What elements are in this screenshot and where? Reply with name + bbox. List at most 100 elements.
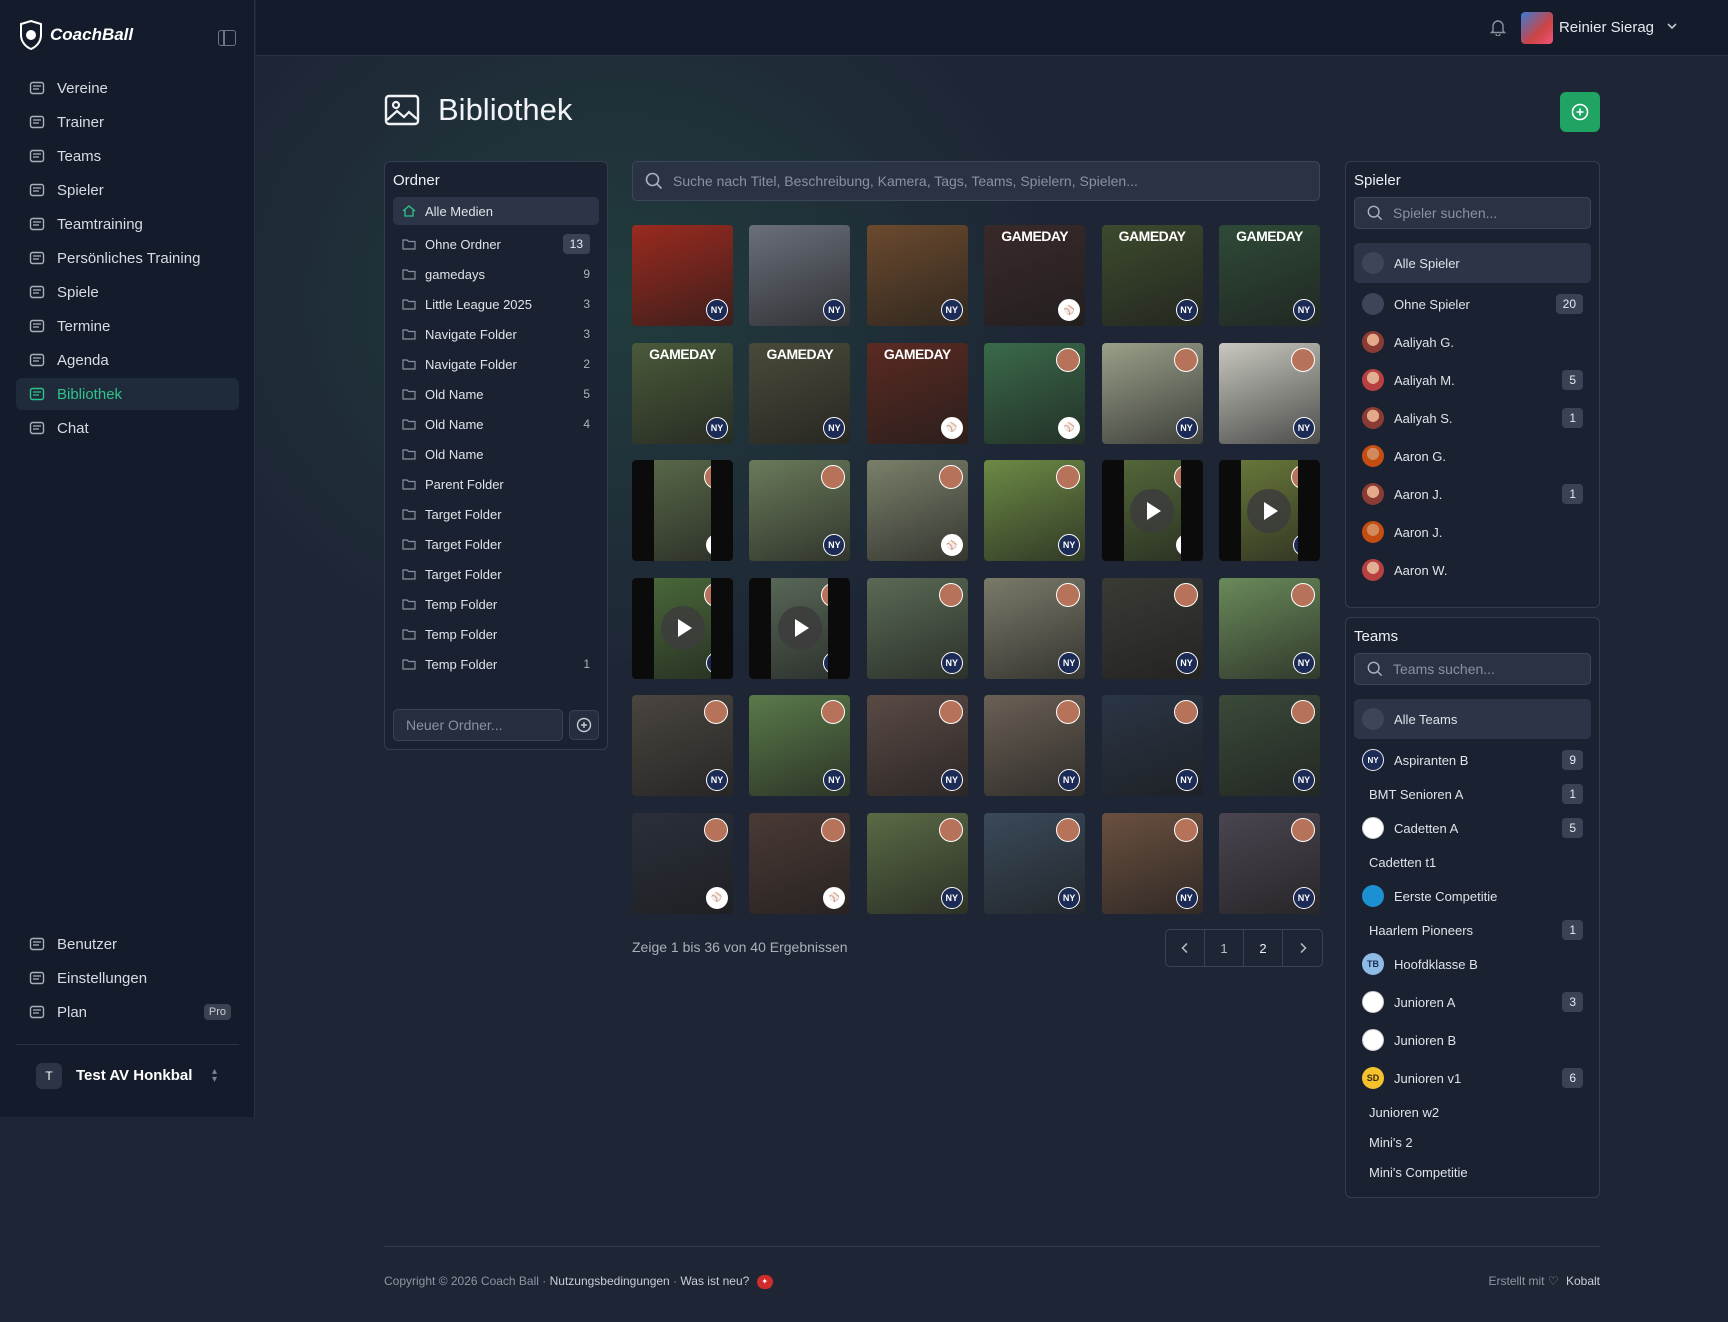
prev-page-button[interactable] bbox=[1166, 930, 1205, 966]
upload-media-button[interactable] bbox=[1560, 92, 1600, 132]
media-image-thumbnail[interactable]: NY bbox=[866, 577, 968, 679]
folder-item[interactable]: Old Name bbox=[393, 439, 599, 469]
folder-item[interactable]: Navigate Folder 3 bbox=[393, 319, 599, 349]
terms-link[interactable]: Nutzungsbedingungen bbox=[550, 1274, 670, 1288]
player-item[interactable]: Aaron G. bbox=[1354, 437, 1591, 475]
new-folder-input[interactable] bbox=[393, 709, 563, 741]
nav-item-agenda[interactable]: Agenda bbox=[16, 344, 239, 376]
media-image-thumbnail[interactable]: ⚾ bbox=[632, 812, 733, 914]
media-video-thumbnail[interactable]: ⚾ bbox=[632, 460, 733, 561]
folder-item[interactable]: Little League 2025 3 bbox=[393, 289, 599, 319]
media-video-thumbnail[interactable]: NY bbox=[1218, 460, 1320, 561]
media-image-thumbnail[interactable]: NY bbox=[1101, 812, 1203, 914]
team-item[interactable]: Mini's Competitie bbox=[1354, 1157, 1591, 1187]
team-item[interactable]: NY Aspiranten B 9 bbox=[1354, 741, 1591, 779]
team-item[interactable]: Haarlem Pioneers 1 bbox=[1354, 915, 1591, 945]
folder-item[interactable]: Navigate Folder 2 bbox=[393, 349, 599, 379]
team-item[interactable]: Eerste Competitie bbox=[1354, 877, 1591, 915]
page-button-1[interactable]: 1 bbox=[1205, 930, 1244, 966]
nav-item-teams[interactable]: Teams bbox=[16, 140, 239, 172]
media-image-thumbnail[interactable]: NY bbox=[1101, 342, 1203, 444]
team-item[interactable]: Cadetten A 5 bbox=[1354, 809, 1591, 847]
player-item[interactable]: Alle Spieler bbox=[1354, 243, 1591, 283]
team-item[interactable]: TB Hoofdklasse B bbox=[1354, 945, 1591, 983]
media-image-thumbnail[interactable]: GAMEDAY NY bbox=[1218, 225, 1320, 326]
media-video-thumbnail[interactable]: NY bbox=[632, 577, 733, 679]
folder-item[interactable]: Temp Folder 1 bbox=[393, 649, 599, 679]
next-page-button[interactable] bbox=[1283, 930, 1322, 966]
media-image-thumbnail[interactable]: NY bbox=[984, 812, 1086, 914]
media-image-thumbnail[interactable]: NY bbox=[1101, 695, 1203, 796]
folder-item[interactable]: Old Name 5 bbox=[393, 379, 599, 409]
player-item[interactable]: Aaliyah M. 5 bbox=[1354, 361, 1591, 399]
nav-item-einstellungen[interactable]: Einstellungen bbox=[16, 962, 239, 994]
team-item[interactable]: Junioren w2 bbox=[1354, 1097, 1591, 1127]
nav-item-benutzer[interactable]: Benutzer bbox=[16, 928, 239, 960]
folder-item[interactable]: gamedays 9 bbox=[393, 259, 599, 289]
team-item[interactable]: BMT Senioren A 1 bbox=[1354, 779, 1591, 809]
app-logo[interactable]: CoachBall bbox=[18, 20, 133, 50]
media-image-thumbnail[interactable]: NY bbox=[749, 460, 851, 561]
media-video-thumbnail[interactable]: NY bbox=[749, 577, 851, 679]
user-avatar[interactable] bbox=[1521, 12, 1553, 44]
media-image-thumbnail[interactable]: NY bbox=[749, 695, 851, 796]
media-image-thumbnail[interactable]: NY bbox=[866, 695, 968, 796]
folder-item[interactable]: Temp Folder bbox=[393, 619, 599, 649]
team-item[interactable]: SD Junioren v1 6 bbox=[1354, 1059, 1591, 1097]
folder-item[interactable]: Target Folder bbox=[393, 499, 599, 529]
media-image-thumbnail[interactable]: NY bbox=[984, 695, 1086, 796]
media-image-thumbnail[interactable]: NY bbox=[984, 460, 1086, 561]
media-image-thumbnail[interactable]: NY bbox=[632, 695, 733, 796]
media-image-thumbnail[interactable]: NY bbox=[984, 577, 1086, 679]
media-image-thumbnail[interactable]: NY bbox=[1218, 812, 1320, 914]
nav-item-teamtraining[interactable]: Teamtraining bbox=[16, 208, 239, 240]
media-image-thumbnail[interactable]: GAMEDAY NY bbox=[632, 342, 733, 444]
page-button-2[interactable]: 2 bbox=[1244, 930, 1283, 966]
player-search-input[interactable]: Spieler suchen... bbox=[1354, 197, 1591, 229]
media-image-thumbnail[interactable]: NY bbox=[866, 225, 968, 326]
media-image-thumbnail[interactable]: GAMEDAY NY bbox=[1101, 225, 1203, 326]
nav-item-termine[interactable]: Termine bbox=[16, 310, 239, 342]
nav-item-spieler[interactable]: Spieler bbox=[16, 174, 239, 206]
team-item[interactable]: Junioren A 3 bbox=[1354, 983, 1591, 1021]
folder-item[interactable]: Target Folder bbox=[393, 559, 599, 589]
user-name[interactable]: Reinier Sierag bbox=[1559, 19, 1654, 36]
media-video-thumbnail[interactable]: ⚾ bbox=[1101, 460, 1203, 561]
nav-item-vereine[interactable]: Vereine bbox=[16, 72, 239, 104]
media-image-thumbnail[interactable]: NY bbox=[749, 225, 851, 326]
player-item[interactable]: Aaliyah S. 1 bbox=[1354, 399, 1591, 437]
brand-link[interactable]: Kobalt bbox=[1566, 1274, 1600, 1288]
media-image-thumbnail[interactable]: NY bbox=[632, 225, 733, 326]
team-search-input[interactable]: Teams suchen... bbox=[1354, 653, 1591, 685]
player-item[interactable]: Aaron J. bbox=[1354, 513, 1591, 551]
play-icon[interactable] bbox=[1130, 488, 1175, 533]
team-item[interactable]: Mini's 2 bbox=[1354, 1127, 1591, 1157]
folder-item[interactable]: Old Name 4 bbox=[393, 409, 599, 439]
play-icon[interactable] bbox=[660, 606, 705, 650]
play-icon[interactable] bbox=[1247, 488, 1292, 533]
folder-item[interactable]: Alle Medien bbox=[393, 197, 599, 225]
player-item[interactable]: Aaron W. bbox=[1354, 551, 1591, 589]
folder-item[interactable]: Temp Folder bbox=[393, 589, 599, 619]
team-item[interactable]: Junioren B bbox=[1354, 1021, 1591, 1059]
play-icon[interactable] bbox=[777, 606, 822, 650]
media-image-thumbnail[interactable]: ⚾ bbox=[749, 812, 851, 914]
nav-item-spiele[interactable]: Spiele bbox=[16, 276, 239, 308]
nav-item-trainer[interactable]: Trainer bbox=[16, 106, 239, 138]
org-switcher[interactable]: T Test AV Honkbal ▴ ▾ bbox=[16, 1044, 239, 1106]
sidebar-toggle-icon[interactable] bbox=[218, 30, 236, 46]
bell-icon[interactable] bbox=[1490, 18, 1506, 36]
whats-new-link[interactable]: Was ist neu? bbox=[680, 1274, 749, 1288]
nav-item-pers-nliches-training[interactable]: Persönliches Training bbox=[16, 242, 239, 274]
folder-item[interactable]: Ohne Ordner 13 bbox=[393, 229, 599, 259]
player-item[interactable]: Aaron J. 1 bbox=[1354, 475, 1591, 513]
media-image-thumbnail[interactable]: ⚾ bbox=[866, 460, 968, 561]
media-image-thumbnail[interactable]: NY bbox=[866, 812, 968, 914]
media-image-thumbnail[interactable]: GAMEDAY ⚾ bbox=[984, 225, 1086, 326]
media-image-thumbnail[interactable]: NY bbox=[1218, 577, 1320, 679]
player-item[interactable]: Ohne Spieler 20 bbox=[1354, 285, 1591, 323]
nav-item-bibliothek[interactable]: Bibliothek bbox=[16, 378, 239, 410]
media-image-thumbnail[interactable]: GAMEDAY NY bbox=[749, 342, 851, 444]
folder-item[interactable]: Parent Folder bbox=[393, 469, 599, 499]
team-item[interactable]: Alle Teams bbox=[1354, 699, 1591, 739]
